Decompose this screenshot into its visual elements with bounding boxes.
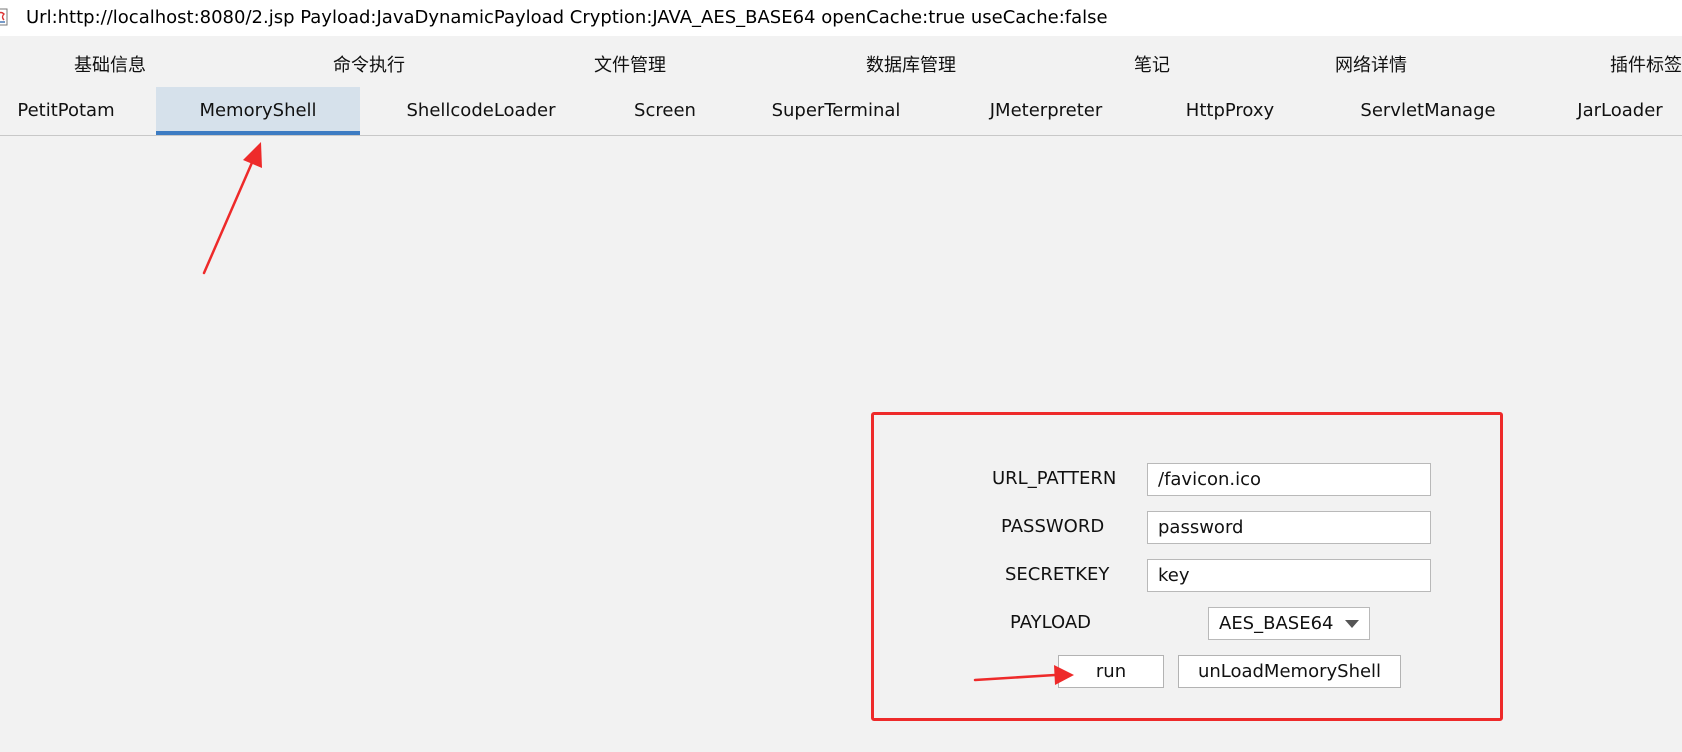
tab-basic-info[interactable]: 基础信息 — [55, 40, 165, 87]
annotation-highlight-box — [871, 412, 1503, 721]
tab-jarloader[interactable]: JarLoader — [1560, 87, 1680, 134]
java-app-icon — [0, 8, 8, 26]
window-title-bar: Url:http://localhost:8080/2.jsp Payload:… — [0, 0, 1682, 36]
tab-shellcodeloader[interactable]: ShellcodeLoader — [394, 87, 568, 134]
window-title: Url:http://localhost:8080/2.jsp Payload:… — [26, 7, 1108, 28]
tab-bar-plugins: PetitPotam MemoryShell ShellcodeLoader S… — [0, 87, 1682, 136]
tab-screen[interactable]: Screen — [614, 87, 716, 134]
tab-superterminal[interactable]: SuperTerminal — [756, 87, 916, 134]
tab-network-details[interactable]: 网络详情 — [1316, 40, 1426, 87]
tab-bar-primary: 基础信息 命令执行 文件管理 数据库管理 笔记 网络详情 插件标签 — [0, 40, 1682, 87]
tab-command-exec[interactable]: 命令执行 — [314, 40, 424, 87]
tab-servletmanage[interactable]: ServletManage — [1344, 87, 1512, 134]
tab-database-manager[interactable]: 数据库管理 — [856, 40, 966, 87]
tab-plugin-label[interactable]: 插件标签 — [1610, 40, 1682, 87]
tab-jmeterpreter[interactable]: JMeterpreter — [966, 87, 1126, 134]
tab-memoryshell[interactable]: MemoryShell — [156, 87, 360, 135]
annotation-arrow-tab — [202, 142, 262, 275]
tab-file-manager[interactable]: 文件管理 — [575, 40, 685, 87]
tab-httpproxy[interactable]: HttpProxy — [1160, 87, 1300, 134]
tab-petitpotam[interactable]: PetitPotam — [0, 87, 132, 134]
tab-notes[interactable]: 笔记 — [1112, 40, 1192, 87]
